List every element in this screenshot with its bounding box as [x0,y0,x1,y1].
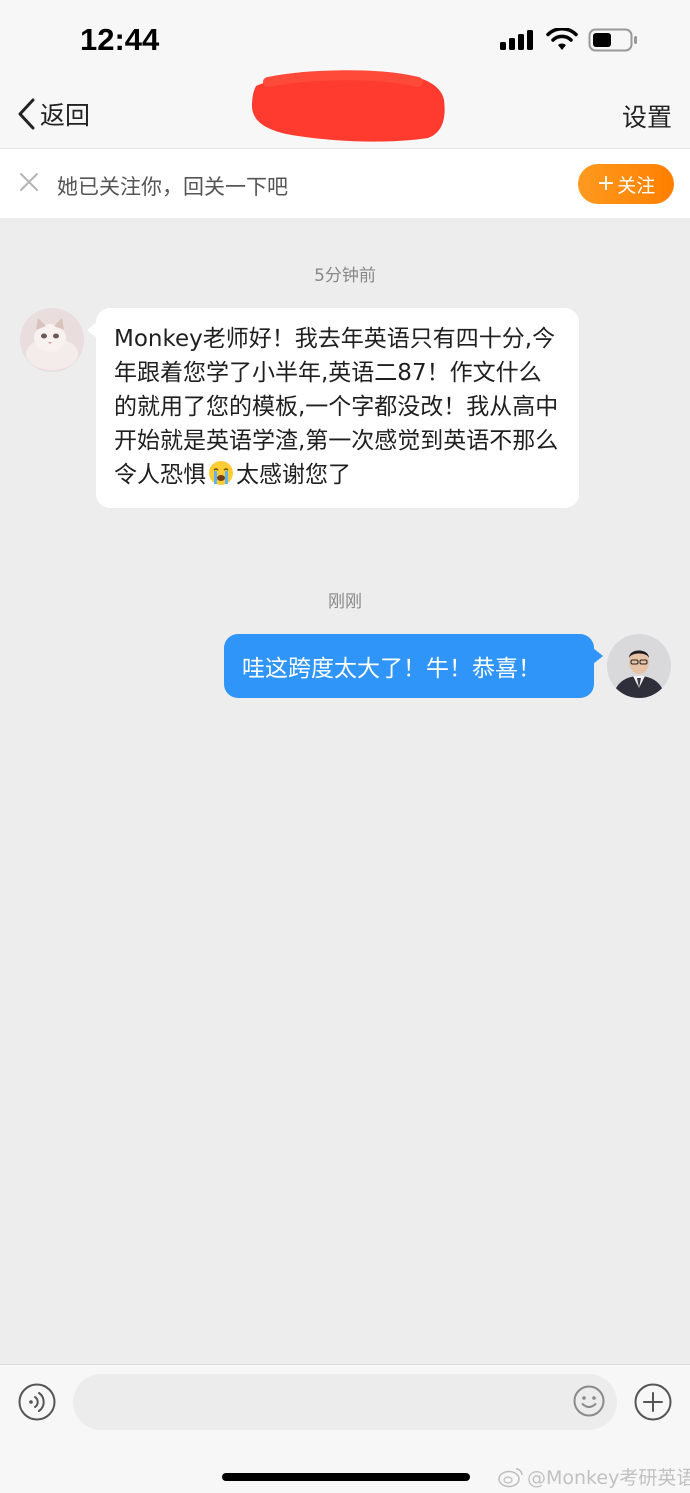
watermark-text: @Monkey考研英语 [527,1467,690,1489]
close-icon[interactable] [18,171,40,193]
status-time: 12:44 [80,22,160,57]
redacted-contact-name [252,70,445,142]
incoming-message-text-end: 太感谢您了 [236,462,351,488]
input-bar: @Monkey考研英语 [0,1364,690,1493]
own-avatar[interactable] [607,634,671,698]
status-icons [500,28,638,52]
incoming-message-bubble[interactable]: Monkey老师好！我去年英语只有四十分,今年跟着您学了小半年,英语二87！作文… [87,308,579,508]
cellular-signal-icon [500,30,533,50]
home-indicator [222,1473,470,1481]
follow-back-button[interactable]: + 关注 [578,164,674,204]
crying-face-emoji-icon [209,461,233,485]
watermark: @Monkey考研英语 [498,1463,690,1490]
follow-banner: 她已关注你，回关一下吧 + 关注 [0,148,690,218]
battery-icon [588,28,637,52]
back-label: 返回 [40,101,91,130]
person-avatar-icon [607,634,671,698]
chevron-left-icon [18,98,35,130]
weibo-logo-icon [498,1467,523,1487]
plus-icon: + [596,171,616,196]
back-button[interactable]: 返回 [16,94,90,134]
message-input[interactable] [73,1374,617,1430]
voice-input-icon[interactable] [18,1383,56,1421]
outgoing-message-text: 哇这跨度太大了！牛！恭喜！ [242,656,541,682]
follow-button-label: 关注 [617,174,656,197]
follow-banner-text: 她已关注你，回关一下吧 [57,175,288,199]
message-timestamp: 5分钟前 [314,266,376,286]
settings-button[interactable]: 设置 [622,98,672,134]
sender-avatar[interactable] [20,308,84,372]
cat-avatar-icon [20,308,84,372]
message-timestamp: 刚刚 [328,592,362,612]
wifi-icon [546,28,578,50]
outgoing-message-bubble[interactable]: 哇这跨度太大了！牛！恭喜！ [224,634,603,698]
add-attachment-icon[interactable] [634,1383,672,1421]
emoji-icon[interactable] [573,1385,605,1417]
